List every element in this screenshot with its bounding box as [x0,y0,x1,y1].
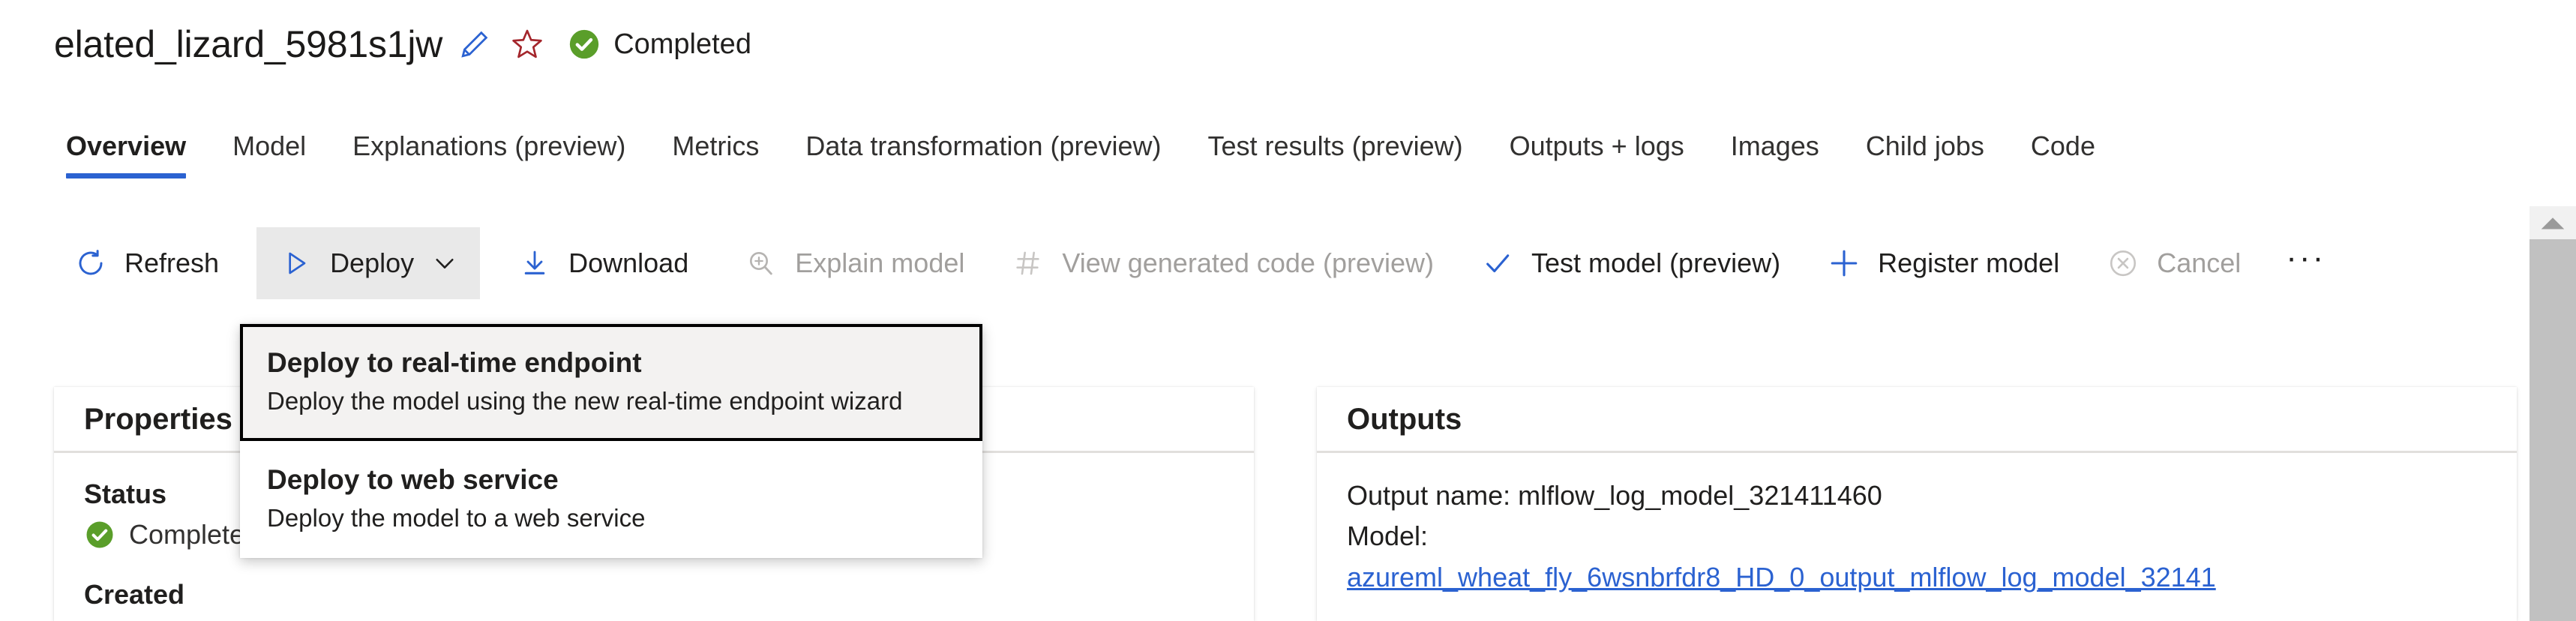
menu-item-deploy-web-service[interactable]: Deploy to web service Deploy the model t… [240,441,982,558]
tab-label: Images [1730,130,1819,161]
checkmark-icon [1479,244,1516,282]
tab-code[interactable]: Code [2031,120,2095,184]
tab-label: Data transformation (preview) [805,130,1162,161]
page-title: elated_lizard_5981s1jw [54,23,443,65]
job-detail-page: elated_lizard_5981s1jw Completed Overvie… [0,0,2576,621]
vertical-scrollbar[interactable] [2530,206,2576,621]
register-model-label: Register model [1878,248,2060,278]
tab-data-transformation[interactable]: Data transformation (preview) [805,120,1161,184]
model-label: Model: [1347,520,1429,551]
tab-label: Metrics [672,130,760,161]
menu-item-title: Deploy to real-time endpoint [267,347,642,378]
plus-icon [1825,244,1863,282]
hash-icon [1009,244,1047,282]
register-model-button[interactable]: Register model [1807,227,2077,299]
download-label: Download [568,248,689,278]
tab-images[interactable]: Images [1731,120,1819,184]
created-field-label: Created [84,579,185,610]
tab-label: Test results (preview) [1207,130,1463,161]
model-link[interactable]: azureml_wheat_fly_6wsnbrfdr8_HD_0_output… [1347,556,2216,598]
properties-card-title: Properties [84,402,232,436]
cancel-circle-icon [2104,244,2142,282]
tab-label: Overview [66,130,187,161]
command-toolbar: Refresh Deploy Download Explain model Vi… [0,227,2576,299]
page-header: elated_lizard_5981s1jw Completed [54,21,751,68]
tab-label: Child jobs [1865,130,1984,161]
tab-bar: Overview Model Explanations (preview) Me… [0,120,2576,202]
refresh-button[interactable]: Refresh [54,227,237,299]
chevron-up-icon[interactable] [2530,206,2576,239]
scrollbar-thumb[interactable] [2530,239,2576,621]
tab-explanations[interactable]: Explanations (preview) [352,120,625,184]
chevron-down-icon[interactable] [430,249,459,278]
download-button[interactable]: Download [498,227,706,299]
check-circle-icon [567,27,601,62]
outputs-card-body: Output name: mlflow_log_model_321411460 … [1317,453,2517,598]
menu-item-description: Deploy the model using the new real-time… [267,387,903,415]
tab-outputs-logs[interactable]: Outputs + logs [1510,120,1684,184]
overflow-menu-button[interactable]: ··· [2268,227,2344,299]
refresh-label: Refresh [124,248,220,278]
magnifier-plus-icon [742,244,780,282]
tab-test-results[interactable]: Test results (preview) [1208,120,1463,184]
output-name-line: Output name: mlflow_log_model_321411460 [1347,480,1882,511]
deploy-dropdown-menu: Deploy to real-time endpoint Deploy the … [240,324,982,558]
refresh-icon [72,244,109,282]
status-badge-label: Completed [613,28,751,60]
tab-model[interactable]: Model [232,120,306,184]
overflow-dots-icon: ··· [2286,239,2326,276]
star-icon[interactable] [507,24,547,64]
check-circle-icon [84,519,115,550]
tab-label: Explanations (preview) [352,130,626,161]
tab-overview[interactable]: Overview [66,120,187,184]
view-generated-code-label: View generated code (preview) [1062,248,1434,278]
pencil-icon[interactable] [454,24,495,64]
deploy-label: Deploy [330,248,415,278]
tab-child-jobs[interactable]: Child jobs [1866,120,1984,184]
test-model-button[interactable]: Test model (preview) [1461,227,1798,299]
cancel-label: Cancel [2157,248,2242,278]
outputs-card-title: Outputs [1347,402,1462,436]
play-triangle-icon [277,244,315,282]
explain-model-label: Explain model [795,248,965,278]
test-model-label: Test model (preview) [1531,248,1781,278]
tab-label: Outputs + logs [1509,130,1684,161]
tab-label: Model [232,130,307,161]
tab-metrics[interactable]: Metrics [672,120,759,184]
outputs-card-header: Outputs [1317,387,2517,453]
deploy-button[interactable]: Deploy [256,227,481,299]
explain-model-button: Explain model [724,227,982,299]
menu-item-description: Deploy the model to a web service [267,504,646,532]
cancel-button: Cancel [2086,227,2259,299]
menu-item-deploy-realtime-endpoint[interactable]: Deploy to real-time endpoint Deploy the … [240,324,982,441]
menu-item-title: Deploy to web service [267,464,559,495]
outputs-card: Outputs Output name: mlflow_log_model_32… [1317,387,2517,621]
view-generated-code-button: View generated code (preview) [991,227,1452,299]
download-arrow-icon [516,244,553,282]
tab-label: Code [2030,130,2095,161]
status-badge: Completed [567,27,751,62]
